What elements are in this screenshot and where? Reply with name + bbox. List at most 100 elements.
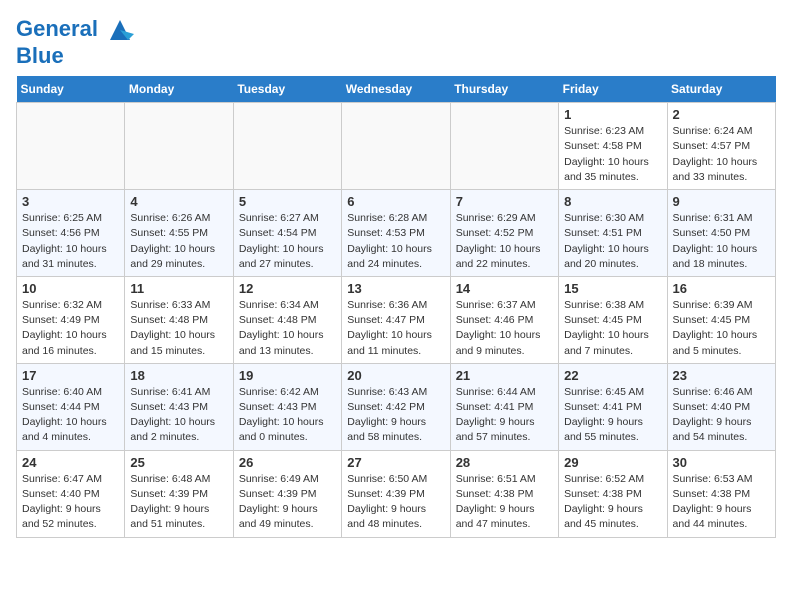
calendar-cell: 12Sunrise: 6:34 AM Sunset: 4:48 PM Dayli… <box>233 276 341 363</box>
page-header: General Blue <box>16 16 776 68</box>
day-number: 21 <box>456 368 553 383</box>
calendar-cell: 5 Sunrise: 6:27 AM Sunset: 4:54 PM Daylig… <box>233 190 341 277</box>
day-info: Sunrise: 6:46 AM Sunset: 4:40 PM Dayligh… <box>673 385 770 446</box>
weekday-wednesday: Wednesday <box>342 76 450 103</box>
day-number: 13 <box>347 281 444 296</box>
day-number: 10 <box>22 281 119 296</box>
calendar-cell: 25 Sunrise: 6:48 AM Sunset: 4:39 PM Dayli… <box>125 450 233 537</box>
calendar-cell: 13 Sunrise: 6:36 AM Sunset: 4:47 PM Dayli… <box>342 276 450 363</box>
calendar-cell: 21 Sunrise: 6:44 AM Sunset: 4:41 PM Dayli… <box>450 363 558 450</box>
day-number: 7 <box>456 194 553 209</box>
day-info: Sunrise: 6:30 AM Sunset: 4:51 PM Dayligh… <box>564 211 661 272</box>
calendar-cell: 7 Sunrise: 6:29 AM Sunset: 4:52 PM Daylig… <box>450 190 558 277</box>
day-number: 19 <box>239 368 336 383</box>
day-number: 23 <box>673 368 770 383</box>
day-info: Sunrise: 6:50 AM Sunset: 4:39 PM Dayligh… <box>347 472 444 533</box>
weekday-tuesday: Tuesday <box>233 76 341 103</box>
calendar-cell: 29Sunrise: 6:52 AM Sunset: 4:38 PM Dayli… <box>559 450 667 537</box>
day-number: 18 <box>130 368 227 383</box>
weekday-saturday: Saturday <box>667 76 775 103</box>
calendar-cell <box>450 103 558 190</box>
day-number: 22 <box>564 368 661 383</box>
day-info: Sunrise: 6:42 AM Sunset: 4:43 PM Dayligh… <box>239 385 336 446</box>
day-number: 25 <box>130 455 227 470</box>
calendar-cell: 11 Sunrise: 6:33 AM Sunset: 4:48 PM Dayli… <box>125 276 233 363</box>
day-info: Sunrise: 6:47 AM Sunset: 4:40 PM Dayligh… <box>22 472 119 533</box>
calendar-cell: 28Sunrise: 6:51 AM Sunset: 4:38 PM Dayli… <box>450 450 558 537</box>
day-info: Sunrise: 6:23 AM Sunset: 4:58 PM Dayligh… <box>564 124 661 185</box>
day-info: Sunrise: 6:25 AM Sunset: 4:56 PM Dayligh… <box>22 211 119 272</box>
week-row-2: 3 Sunrise: 6:25 AM Sunset: 4:56 PM Daylig… <box>17 190 776 277</box>
logo-text-blue: Blue <box>16 44 134 68</box>
day-info: Sunrise: 6:45 AM Sunset: 4:41 PM Dayligh… <box>564 385 661 446</box>
calendar-cell <box>342 103 450 190</box>
calendar-cell: 10 Sunrise: 6:32 AM Sunset: 4:49 PM Dayli… <box>17 276 125 363</box>
day-number: 30 <box>673 455 770 470</box>
calendar-cell: 27Sunrise: 6:50 AM Sunset: 4:39 PM Dayli… <box>342 450 450 537</box>
day-number: 9 <box>673 194 770 209</box>
week-row-1: 1 Sunrise: 6:23 AM Sunset: 4:58 PM Daylig… <box>17 103 776 190</box>
day-number: 26 <box>239 455 336 470</box>
calendar-cell: 8 Sunrise: 6:30 AM Sunset: 4:51 PM Daylig… <box>559 190 667 277</box>
day-info: Sunrise: 6:24 AM Sunset: 4:57 PM Dayligh… <box>673 124 770 185</box>
day-info: Sunrise: 6:44 AM Sunset: 4:41 PM Dayligh… <box>456 385 553 446</box>
day-number: 15 <box>564 281 661 296</box>
day-info: Sunrise: 6:37 AM Sunset: 4:46 PM Dayligh… <box>456 298 553 359</box>
weekday-friday: Friday <box>559 76 667 103</box>
day-number: 16 <box>673 281 770 296</box>
calendar-table: SundayMondayTuesdayWednesdayThursdayFrid… <box>16 76 776 537</box>
day-number: 20 <box>347 368 444 383</box>
day-info: Sunrise: 6:39 AM Sunset: 4:45 PM Dayligh… <box>673 298 770 359</box>
calendar-cell: 18Sunrise: 6:41 AM Sunset: 4:43 PM Dayli… <box>125 363 233 450</box>
day-number: 29 <box>564 455 661 470</box>
day-number: 24 <box>22 455 119 470</box>
day-number: 5 <box>239 194 336 209</box>
day-number: 6 <box>347 194 444 209</box>
calendar-cell: 30 Sunrise: 6:53 AM Sunset: 4:38 PM Dayli… <box>667 450 775 537</box>
weekday-thursday: Thursday <box>450 76 558 103</box>
day-number: 1 <box>564 107 661 122</box>
day-info: Sunrise: 6:26 AM Sunset: 4:55 PM Dayligh… <box>130 211 227 272</box>
calendar-cell <box>125 103 233 190</box>
logo: General Blue <box>16 16 134 68</box>
day-info: Sunrise: 6:49 AM Sunset: 4:39 PM Dayligh… <box>239 472 336 533</box>
calendar-cell: 14 Sunrise: 6:37 AM Sunset: 4:46 PM Dayli… <box>450 276 558 363</box>
day-info: Sunrise: 6:51 AM Sunset: 4:38 PM Dayligh… <box>456 472 553 533</box>
calendar-cell: 17Sunrise: 6:40 AM Sunset: 4:44 PM Dayli… <box>17 363 125 450</box>
calendar-cell: 6Sunrise: 6:28 AM Sunset: 4:53 PM Daylig… <box>342 190 450 277</box>
calendar-cell: 22 Sunrise: 6:45 AM Sunset: 4:41 PM Dayli… <box>559 363 667 450</box>
weekday-header-row: SundayMondayTuesdayWednesdayThursdayFrid… <box>17 76 776 103</box>
week-row-3: 10 Sunrise: 6:32 AM Sunset: 4:49 PM Dayli… <box>17 276 776 363</box>
calendar-cell <box>233 103 341 190</box>
day-number: 14 <box>456 281 553 296</box>
weekday-monday: Monday <box>125 76 233 103</box>
calendar-cell: 20 Sunrise: 6:43 AM Sunset: 4:42 PM Dayli… <box>342 363 450 450</box>
calendar-cell: 15Sunrise: 6:38 AM Sunset: 4:45 PM Dayli… <box>559 276 667 363</box>
day-info: Sunrise: 6:29 AM Sunset: 4:52 PM Dayligh… <box>456 211 553 272</box>
logo-text: General <box>16 16 134 44</box>
day-info: Sunrise: 6:48 AM Sunset: 4:39 PM Dayligh… <box>130 472 227 533</box>
day-info: Sunrise: 6:32 AM Sunset: 4:49 PM Dayligh… <box>22 298 119 359</box>
day-number: 2 <box>673 107 770 122</box>
week-row-4: 17Sunrise: 6:40 AM Sunset: 4:44 PM Dayli… <box>17 363 776 450</box>
day-info: Sunrise: 6:34 AM Sunset: 4:48 PM Dayligh… <box>239 298 336 359</box>
calendar-cell: 19 Sunrise: 6:42 AM Sunset: 4:43 PM Dayli… <box>233 363 341 450</box>
day-info: Sunrise: 6:53 AM Sunset: 4:38 PM Dayligh… <box>673 472 770 533</box>
calendar-cell <box>17 103 125 190</box>
day-info: Sunrise: 6:43 AM Sunset: 4:42 PM Dayligh… <box>347 385 444 446</box>
calendar-cell: 23 Sunrise: 6:46 AM Sunset: 4:40 PM Dayli… <box>667 363 775 450</box>
calendar-cell: 4 Sunrise: 6:26 AM Sunset: 4:55 PM Daylig… <box>125 190 233 277</box>
week-row-5: 24 Sunrise: 6:47 AM Sunset: 4:40 PM Dayli… <box>17 450 776 537</box>
day-number: 3 <box>22 194 119 209</box>
calendar-cell: 2 Sunrise: 6:24 AM Sunset: 4:57 PM Daylig… <box>667 103 775 190</box>
day-number: 8 <box>564 194 661 209</box>
calendar-cell: 3 Sunrise: 6:25 AM Sunset: 4:56 PM Daylig… <box>17 190 125 277</box>
day-number: 4 <box>130 194 227 209</box>
day-info: Sunrise: 6:40 AM Sunset: 4:44 PM Dayligh… <box>22 385 119 446</box>
day-info: Sunrise: 6:27 AM Sunset: 4:54 PM Dayligh… <box>239 211 336 272</box>
weekday-sunday: Sunday <box>17 76 125 103</box>
day-number: 11 <box>130 281 227 296</box>
day-info: Sunrise: 6:31 AM Sunset: 4:50 PM Dayligh… <box>673 211 770 272</box>
day-info: Sunrise: 6:33 AM Sunset: 4:48 PM Dayligh… <box>130 298 227 359</box>
day-info: Sunrise: 6:36 AM Sunset: 4:47 PM Dayligh… <box>347 298 444 359</box>
